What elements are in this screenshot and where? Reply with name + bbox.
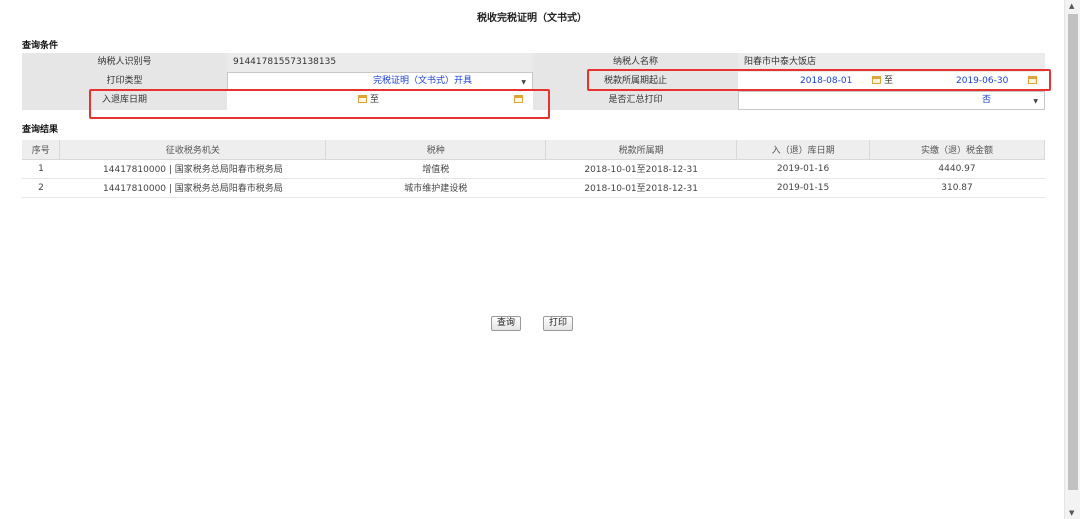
- tax-type: 城市维护建设税: [325, 178, 546, 198]
- query-button[interactable]: 查询: [491, 316, 522, 331]
- scroll-thumb[interactable]: [1068, 14, 1078, 490]
- arrow-up-icon[interactable]: ▲: [1069, 2, 1074, 10]
- summary-print-select[interactable]: 否 ▼: [738, 91, 1045, 110]
- column-header: 实缴（退）税金额: [869, 140, 1045, 160]
- results-section-title: 查询结果: [22, 125, 59, 135]
- taxpayer-id-value: 914417815573138135: [227, 53, 533, 72]
- tax-amount: 310.87: [869, 178, 1045, 198]
- row-index: 1: [22, 159, 60, 179]
- tax-period: 2018-10-01至2018-12-31: [545, 159, 737, 179]
- tax-authority: 14417810000 | 国家税务总局阳春市税务局: [59, 159, 326, 179]
- vertical-scrollbar[interactable]: ▲ ▼: [1064, 0, 1080, 519]
- highlight-box-tax-period: [587, 69, 1051, 91]
- storage-date: 2019-01-16: [736, 159, 870, 179]
- column-header: 序号: [22, 140, 61, 160]
- tax-amount: 4440.97: [869, 159, 1045, 179]
- row-index: 2: [22, 178, 60, 198]
- column-header: 税种: [325, 140, 547, 160]
- page-title: 税收完税证明（文书式）: [477, 13, 587, 24]
- table-header-row: 序号 征收税务机关 税种 税款所属期 入（退）库日期 实缴（退）税金额: [22, 140, 1045, 160]
- print-button[interactable]: 打印: [543, 316, 574, 331]
- column-header: 征收税务机关: [59, 140, 327, 160]
- column-header: 税款所属期: [545, 140, 738, 160]
- storage-date: 2019-01-15: [736, 178, 870, 198]
- highlight-box-storage-date: [89, 89, 550, 119]
- tax-period: 2018-10-01至2018-12-31: [545, 178, 737, 198]
- column-header: 入（退）库日期: [736, 140, 871, 160]
- tax-authority: 14417810000 | 国家税务总局阳春市税务局: [59, 178, 326, 198]
- summary-print-label: 是否汇总打印: [533, 91, 738, 110]
- chevron-down-icon: ▼: [1033, 98, 1038, 105]
- conditions-section-title: 查询条件: [22, 41, 59, 51]
- table-row[interactable]: 2 14417810000 | 国家税务总局阳春市税务局 城市维护建设税 201…: [22, 178, 1045, 198]
- results-table: 序号 征收税务机关 税种 税款所属期 入（退）库日期 实缴（退）税金额 1 14…: [22, 140, 1045, 198]
- summary-print-value: 否: [982, 95, 992, 105]
- arrow-down-icon[interactable]: ▼: [1069, 509, 1074, 517]
- tax-type: 增值税: [325, 159, 546, 179]
- taxpayer-id-label: 纳税人识别号: [22, 53, 227, 72]
- table-row[interactable]: 1 14417810000 | 国家税务总局阳春市税务局 增值税 2018-10…: [22, 159, 1045, 179]
